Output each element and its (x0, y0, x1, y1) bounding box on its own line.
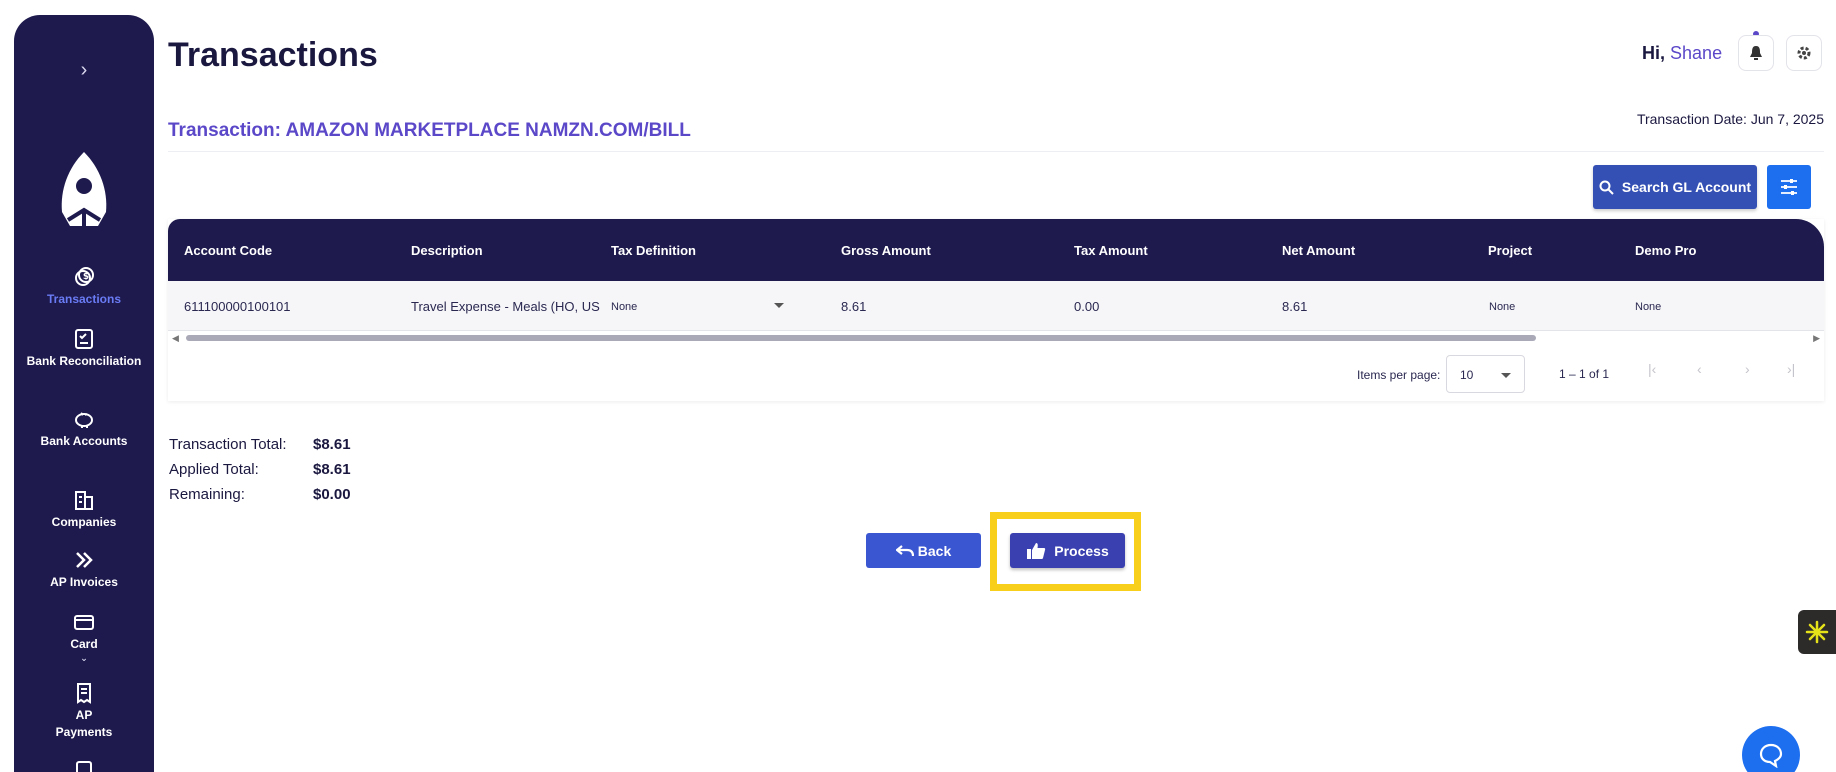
divider (168, 151, 1824, 152)
sidebar-item-ap-invoices[interactable]: AP Invoices (14, 549, 154, 591)
scroll-left-icon[interactable]: ◀ (172, 332, 179, 344)
undo-icon (895, 544, 914, 556)
gross-amount-cell[interactable]: 8.61 (841, 299, 866, 314)
double-chevron-right-icon (76, 552, 93, 568)
column-header[interactable]: Net Amount (1282, 243, 1355, 258)
greeting-text: Hi, (1642, 43, 1666, 63)
demo-pro-select[interactable]: None (1635, 301, 1661, 313)
sidebar: › $ Transactions Bank Reconciliation Ban… (14, 15, 154, 772)
items-per-page-select[interactable]: 10 (1446, 355, 1525, 393)
page-title: Transactions (168, 36, 378, 74)
rocket-logo-icon (61, 152, 107, 242)
chevron-down-icon[interactable]: ⌄ (14, 653, 154, 663)
svg-text:$: $ (83, 272, 89, 282)
sidebar-item-label: Transactions (46, 292, 122, 306)
description-cell[interactable]: Travel Expense - Meals (HO, US (411, 299, 600, 314)
transaction-total-label: Transaction Total: (169, 436, 287, 453)
sidebar-item-label: Card (70, 637, 98, 651)
search-icon (1599, 180, 1614, 195)
dollar-coin-icon: $ (75, 267, 94, 286)
tax-amount-cell[interactable]: 0.00 (1074, 299, 1099, 314)
scrollbar-thumb[interactable] (186, 335, 1536, 341)
card-icon (74, 615, 94, 630)
transaction-title: Transaction: AMAZON MARKETPLACE NAMZN.CO… (168, 120, 691, 141)
column-header[interactable]: Account Code (184, 243, 272, 258)
sparkle-icon (1805, 620, 1829, 644)
horizontal-scrollbar[interactable]: ◀ ▶ (168, 332, 1824, 344)
assistant-widget-button[interactable] (1798, 610, 1836, 654)
table-row[interactable]: 611100000100101 Travel Expense - Meals (… (168, 281, 1824, 331)
user-greeting: Hi, Shane (1642, 43, 1722, 64)
applied-total-label: Applied Total: (169, 461, 259, 478)
pagination-range: 1 – 1 of 1 (1559, 367, 1610, 381)
transaction-total-value: $8.61 (313, 436, 351, 453)
sidebar-item-bank-accounts[interactable]: Bank Accounts (14, 408, 154, 450)
previous-page-icon[interactable]: ‹ (1697, 361, 1702, 377)
tax-definition-select[interactable]: None (611, 301, 637, 313)
account-code-cell[interactable]: 611100000100101 (184, 299, 291, 314)
items-per-page-value: 10 (1460, 368, 1474, 382)
process-button[interactable]: Process (1010, 533, 1125, 568)
document-icon[interactable] (73, 760, 95, 772)
notification-button[interactable] (1738, 35, 1774, 71)
chevron-down-icon[interactable] (774, 303, 784, 308)
column-header[interactable]: Project (1488, 243, 1532, 258)
sidebar-item-bank-reconciliation[interactable]: Bank Reconciliation (14, 328, 154, 370)
column-header[interactable]: Description (411, 243, 483, 258)
first-page-icon[interactable]: |‹ (1648, 361, 1656, 377)
sidebar-item-ap-payments[interactable]: AP Payments (14, 682, 154, 741)
user-name[interactable]: Shane (1670, 43, 1722, 63)
chevron-down-icon (1501, 373, 1511, 378)
sidebar-item-label: Bank Accounts (40, 434, 128, 448)
sidebar-item-companies[interactable]: Companies (14, 489, 154, 531)
gear-icon (1797, 46, 1811, 60)
sidebar-item-label: AP Payments (55, 708, 113, 739)
column-header[interactable]: Tax Amount (1074, 243, 1148, 258)
search-gl-account-label: Search GL Account (1621, 179, 1752, 195)
sliders-icon (1781, 179, 1797, 195)
bell-icon (1750, 46, 1762, 60)
column-header[interactable]: Demo Pro (1635, 243, 1696, 258)
receipt-icon (77, 683, 91, 704)
back-button[interactable]: Back (866, 533, 981, 568)
next-page-icon[interactable]: › (1745, 361, 1750, 377)
back-label: Back (917, 542, 952, 559)
thumbs-up-icon (1027, 542, 1046, 559)
process-label: Process (1054, 542, 1109, 559)
remaining-label: Remaining: (169, 486, 245, 503)
column-settings-button[interactable] (1767, 165, 1811, 209)
last-page-icon[interactable]: ›| (1787, 361, 1795, 377)
checklist-icon (75, 329, 93, 349)
net-amount-cell[interactable]: 8.61 (1282, 299, 1307, 314)
settings-button[interactable] (1786, 35, 1822, 71)
sidebar-item-label: Companies (51, 515, 117, 529)
scroll-right-icon[interactable]: ▶ (1813, 332, 1820, 344)
expand-sidebar-icon[interactable]: › (14, 59, 154, 82)
search-gl-account-button[interactable]: Search GL Account (1593, 165, 1757, 209)
chat-support-button[interactable] (1742, 726, 1800, 772)
applied-total-value: $8.61 (313, 461, 351, 478)
column-header[interactable]: Tax Definition (611, 243, 696, 258)
items-per-page-label: Items per page: (1357, 368, 1441, 382)
remaining-value: $0.00 (313, 486, 351, 503)
project-select[interactable]: None (1489, 301, 1515, 313)
chat-bubble-icon (1759, 743, 1783, 768)
transaction-date: Transaction Date: Jun 7, 2025 (1636, 111, 1824, 127)
table-header: Account Code Description Tax Definition … (168, 219, 1824, 281)
sidebar-item-label: AP Invoices (50, 575, 118, 589)
sidebar-item-card[interactable]: Card ⌄ (14, 611, 154, 663)
sidebar-item-transactions[interactable]: $ Transactions (14, 266, 154, 308)
building-icon (75, 491, 93, 510)
column-header[interactable]: Gross Amount (841, 243, 931, 258)
piggy-bank-icon (75, 412, 93, 428)
sidebar-item-label: Bank Reconciliation (26, 354, 142, 368)
